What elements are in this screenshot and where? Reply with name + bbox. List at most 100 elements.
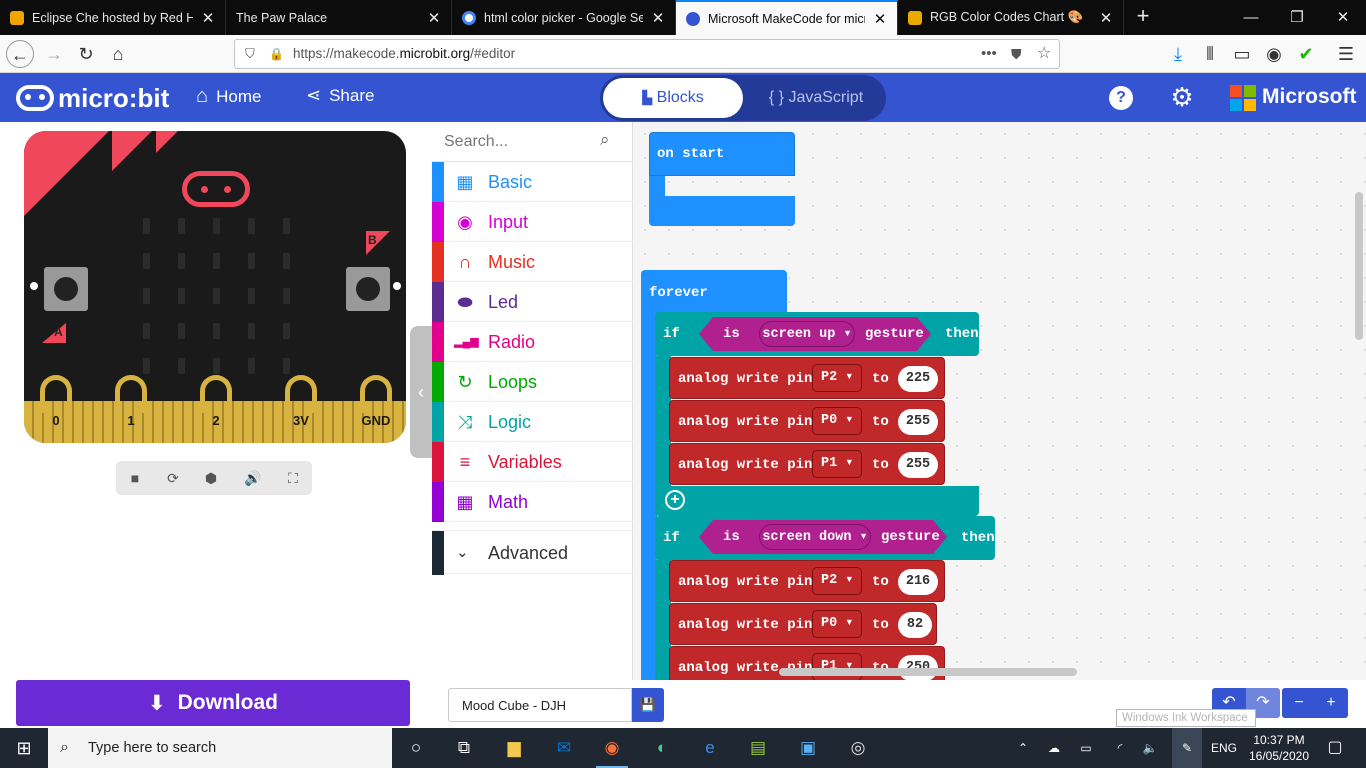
minimize-icon[interactable]: — xyxy=(1228,0,1274,35)
category-led[interactable]: ⬬ Led xyxy=(432,282,633,322)
category-logic[interactable]: ⤨ Logic xyxy=(432,402,633,442)
downloads-icon[interactable]: ⤓ xyxy=(1164,40,1192,68)
close-window-icon[interactable]: ✕ xyxy=(1320,0,1366,35)
collapse-simulator-icon[interactable]: ‹ xyxy=(410,326,432,458)
file-explorer-icon[interactable]: ▆ xyxy=(490,728,538,768)
wifi-icon[interactable]: ◜ xyxy=(1108,728,1132,768)
if-block-1[interactable]: if is screen up ▾ gesture then xyxy=(655,312,979,356)
sidebar-icon[interactable]: ▭ xyxy=(1228,40,1256,68)
onedrive-icon[interactable]: ☁ xyxy=(1042,728,1066,768)
pin-dropdown[interactable]: P0 ▾ xyxy=(812,610,863,638)
tab-javascript[interactable]: { } JavaScript xyxy=(748,78,884,118)
notifications-icon[interactable]: ▢ xyxy=(1320,728,1350,768)
share-button[interactable]: ⋖ Share xyxy=(306,85,374,106)
restart-icon[interactable]: ⟳ xyxy=(154,461,192,495)
download-button[interactable]: ⬇ Download xyxy=(16,680,410,726)
restore-icon[interactable]: ❐ xyxy=(1274,0,1320,35)
menu-icon[interactable]: ☰ xyxy=(1332,40,1360,68)
bookmark-star-icon[interactable]: ☆ xyxy=(1037,40,1051,68)
close-tab-icon[interactable]: ✕ xyxy=(201,9,215,27)
reload-icon[interactable]: ↻ xyxy=(72,40,100,68)
microbit-face-logo-icon[interactable] xyxy=(182,171,250,207)
mute-icon[interactable]: 🔊 xyxy=(234,461,272,495)
fullscreen-icon[interactable]: ⛶ xyxy=(274,461,312,495)
photos-icon[interactable]: ▣ xyxy=(784,728,832,768)
value-input[interactable]: 225 xyxy=(898,366,938,392)
battery-icon[interactable]: ▭ xyxy=(1074,728,1098,768)
close-tab-icon[interactable]: ✕ xyxy=(1099,9,1113,27)
back-icon[interactable]: ← xyxy=(6,40,34,68)
extension-check-icon[interactable]: ✔ xyxy=(1292,40,1320,68)
project-name-input[interactable] xyxy=(448,688,632,722)
analog-write-block[interactable]: analog write pin P0 ▾ to 255 xyxy=(669,400,945,442)
help-icon[interactable]: ? xyxy=(1109,86,1133,110)
gesture-dropdown[interactable]: screen up ▾ xyxy=(759,321,855,347)
more-icon[interactable]: ••• xyxy=(981,40,997,68)
zoom-out-icon[interactable]: − xyxy=(1282,688,1316,718)
category-loops[interactable]: ↻ Loops xyxy=(432,362,633,402)
pin-ring[interactable] xyxy=(285,375,317,413)
browser-tab[interactable]: The Paw Palace ✕ xyxy=(226,0,452,35)
horizontal-scrollbar[interactable] xyxy=(779,668,1077,676)
close-tab-icon[interactable]: ✕ xyxy=(873,10,887,28)
pin-ring[interactable] xyxy=(200,375,232,413)
browser-tab-active[interactable]: Microsoft MakeCode for micro ✕ xyxy=(676,0,898,35)
home-icon[interactable]: ⌂ xyxy=(104,40,132,68)
analog-write-block[interactable]: analog write pin P2 ▾ to 225 xyxy=(669,357,945,399)
button-b[interactable] xyxy=(346,267,390,311)
category-math[interactable]: ▦ Math xyxy=(432,482,633,522)
analog-write-block[interactable]: analog write pin P2 ▾ to 216 xyxy=(669,560,945,602)
pen-workspace-icon[interactable]: ✎ xyxy=(1172,728,1202,768)
category-radio[interactable]: ▂▄▆ Radio xyxy=(432,322,633,362)
value-input[interactable]: 82 xyxy=(898,612,932,638)
close-tab-icon[interactable]: ✕ xyxy=(651,9,665,27)
pin-ring[interactable] xyxy=(360,375,392,413)
forward-icon[interactable]: → xyxy=(40,40,68,68)
save-icon[interactable]: 💾 xyxy=(632,688,664,722)
url-bar[interactable]: ⛉ 🔒 https://makecode.microbit.org/#edito… xyxy=(234,39,1060,69)
taskbar-search[interactable]: ⌕ Type here to search xyxy=(48,728,392,768)
library-icon[interactable]: ⫴ xyxy=(1196,40,1224,68)
tab-blocks[interactable]: ▙ Blocks xyxy=(603,78,743,118)
value-input[interactable]: 255 xyxy=(898,409,938,435)
account-icon[interactable]: ◉ xyxy=(1260,40,1288,68)
forever-block[interactable]: forever xyxy=(641,270,787,314)
stop-icon[interactable]: ■ xyxy=(116,461,154,495)
clock[interactable]: 10:37 PM 16/05/2020 xyxy=(1246,728,1312,768)
button-a[interactable] xyxy=(44,267,88,311)
zoom-in-icon[interactable]: + xyxy=(1314,688,1348,718)
volume-icon[interactable]: 🔈 xyxy=(1138,728,1162,768)
edge-icon[interactable]: e xyxy=(686,728,734,768)
if-block-2[interactable]: if is screen down ▾ gesture then xyxy=(655,516,995,560)
browser-tab[interactable]: Eclipse Che hosted by Red Hat ✕ xyxy=(0,0,226,35)
pocket-icon[interactable]: ⛊ xyxy=(1011,40,1022,68)
value-input[interactable]: 255 xyxy=(898,452,938,478)
media-app-icon[interactable]: ◎ xyxy=(834,728,882,768)
add-else-icon[interactable]: + xyxy=(665,490,685,510)
pin-ring[interactable] xyxy=(40,375,72,413)
firefox-icon[interactable]: ◉ xyxy=(588,728,636,768)
windows-start-icon[interactable]: ⊞ xyxy=(0,728,48,768)
category-input[interactable]: ◉ Input xyxy=(432,202,633,242)
pin-ring[interactable] xyxy=(115,375,147,413)
microbit-logo-icon[interactable] xyxy=(16,85,54,111)
search-input[interactable] xyxy=(444,130,594,154)
debug-icon[interactable]: ⬢ xyxy=(192,461,230,495)
brand-name[interactable]: micro:bit xyxy=(58,83,169,114)
analog-write-block[interactable]: analog write pin P1 ▾ to 255 xyxy=(669,443,945,485)
close-tab-icon[interactable]: ✕ xyxy=(427,9,441,27)
category-basic[interactable]: ▦ Basic xyxy=(432,162,633,202)
on-start-block[interactable]: on start xyxy=(649,132,795,226)
mail-icon[interactable]: ✉ xyxy=(540,728,588,768)
task-view-icon[interactable]: ⧉ xyxy=(440,728,488,768)
gesture-condition[interactable]: is screen down ▾ gesture xyxy=(699,520,947,554)
blocks-workspace[interactable]: on start forever if is screen up ▾ gestu… xyxy=(633,122,1366,680)
vertical-scrollbar[interactable] xyxy=(1355,192,1363,340)
category-variables[interactable]: ≡ Variables xyxy=(432,442,633,482)
search-icon[interactable]: ⌕ xyxy=(600,130,610,150)
gesture-condition[interactable]: is screen up ▾ gesture xyxy=(699,317,931,351)
show-hidden-icons-icon[interactable]: ⌃ xyxy=(1012,728,1034,768)
value-input[interactable]: 216 xyxy=(898,569,938,595)
gesture-dropdown[interactable]: screen down ▾ xyxy=(759,524,871,550)
category-advanced[interactable]: ⌄ Advanced xyxy=(432,530,633,575)
